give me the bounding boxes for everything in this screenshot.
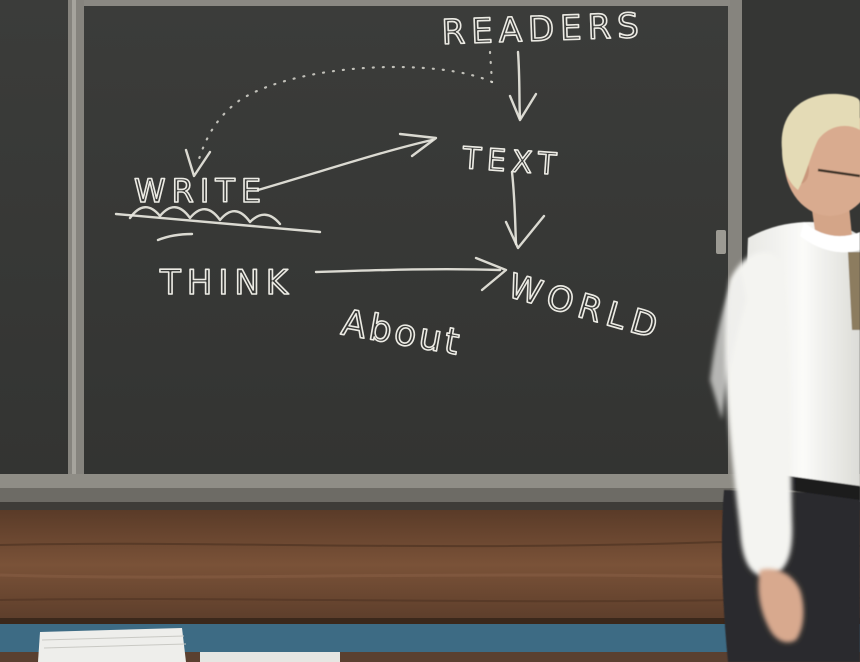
word-readers: READERS: [441, 6, 646, 53]
word-text: TEXT: [460, 141, 563, 183]
main-chalkboard: [84, 6, 730, 474]
paper-sheet: [200, 652, 340, 662]
board-clip: [716, 230, 726, 254]
chalk-tray-top: [0, 474, 860, 488]
word-think: THINK: [159, 263, 294, 303]
word-write: WRITE: [134, 172, 267, 210]
classroom-scene: READERS TEXT WRITE THINK About WORLD: [0, 0, 860, 662]
left-board-panel: [0, 0, 68, 478]
board-frame-top: [84, 0, 730, 6]
scene-canvas: READERS TEXT WRITE THINK About WORLD: [0, 0, 860, 662]
